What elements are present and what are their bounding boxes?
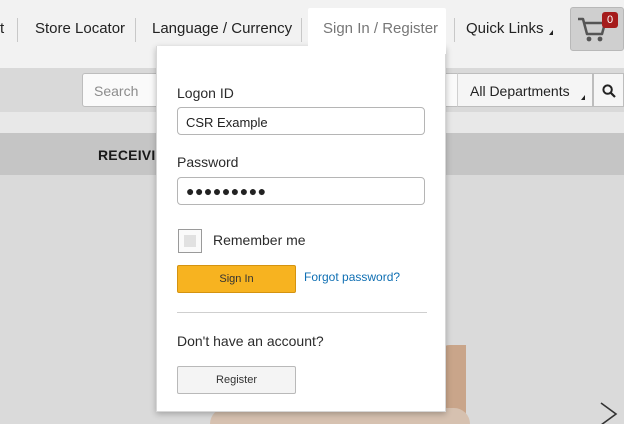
department-select-value: All Departments <box>470 83 570 99</box>
dropdown-arrow-icon <box>548 30 553 35</box>
divider <box>177 312 427 313</box>
promo-banner-text: RECEIVI <box>98 147 156 163</box>
nav-item-language-currency[interactable]: Language / Currency <box>152 20 292 37</box>
cart-count-badge: 0 <box>602 12 618 28</box>
nav-item-store-locator[interactable]: Store Locator <box>35 20 125 37</box>
sign-in-panel: Logon ID CSR Example Password ●●●●●●●●● … <box>156 46 446 412</box>
search-icon <box>602 84 616 98</box>
remember-me-checkbox[interactable] <box>178 229 202 253</box>
logon-id-field[interactable]: CSR Example <box>177 107 425 135</box>
remember-me-label: Remember me <box>213 232 306 248</box>
nav-item-partial[interactable]: t <box>0 20 4 37</box>
dropdown-arrow-icon <box>581 95 585 100</box>
nav-separator <box>135 18 136 42</box>
department-select[interactable]: All Departments <box>457 73 593 107</box>
password-label: Password <box>177 154 239 170</box>
nav-separator <box>17 18 18 42</box>
password-field[interactable]: ●●●●●●●●● <box>177 177 425 205</box>
quick-links-label: Quick Links <box>466 20 544 37</box>
sign-in-button[interactable]: Sign In <box>177 265 296 293</box>
register-button[interactable]: Register <box>177 366 296 394</box>
no-account-text: Don't have an account? <box>177 333 324 349</box>
nav-separator <box>454 18 455 42</box>
checkbox-fill <box>184 235 196 247</box>
nav-item-quick-links[interactable]: Quick Links <box>466 20 553 37</box>
tab-sign-in-register-label: Sign In / Register <box>323 20 439 37</box>
logon-id-label: Logon ID <box>177 85 234 101</box>
nav-separator <box>301 18 302 42</box>
search-button[interactable] <box>593 73 624 107</box>
forgot-password-link[interactable]: Forgot password? <box>304 270 400 284</box>
next-arrow-icon[interactable] <box>598 400 620 424</box>
tab-sign-in-register[interactable]: Sign In / Register <box>308 8 446 54</box>
search-placeholder: Search <box>94 83 139 99</box>
cart-button[interactable]: 0 <box>570 7 624 51</box>
